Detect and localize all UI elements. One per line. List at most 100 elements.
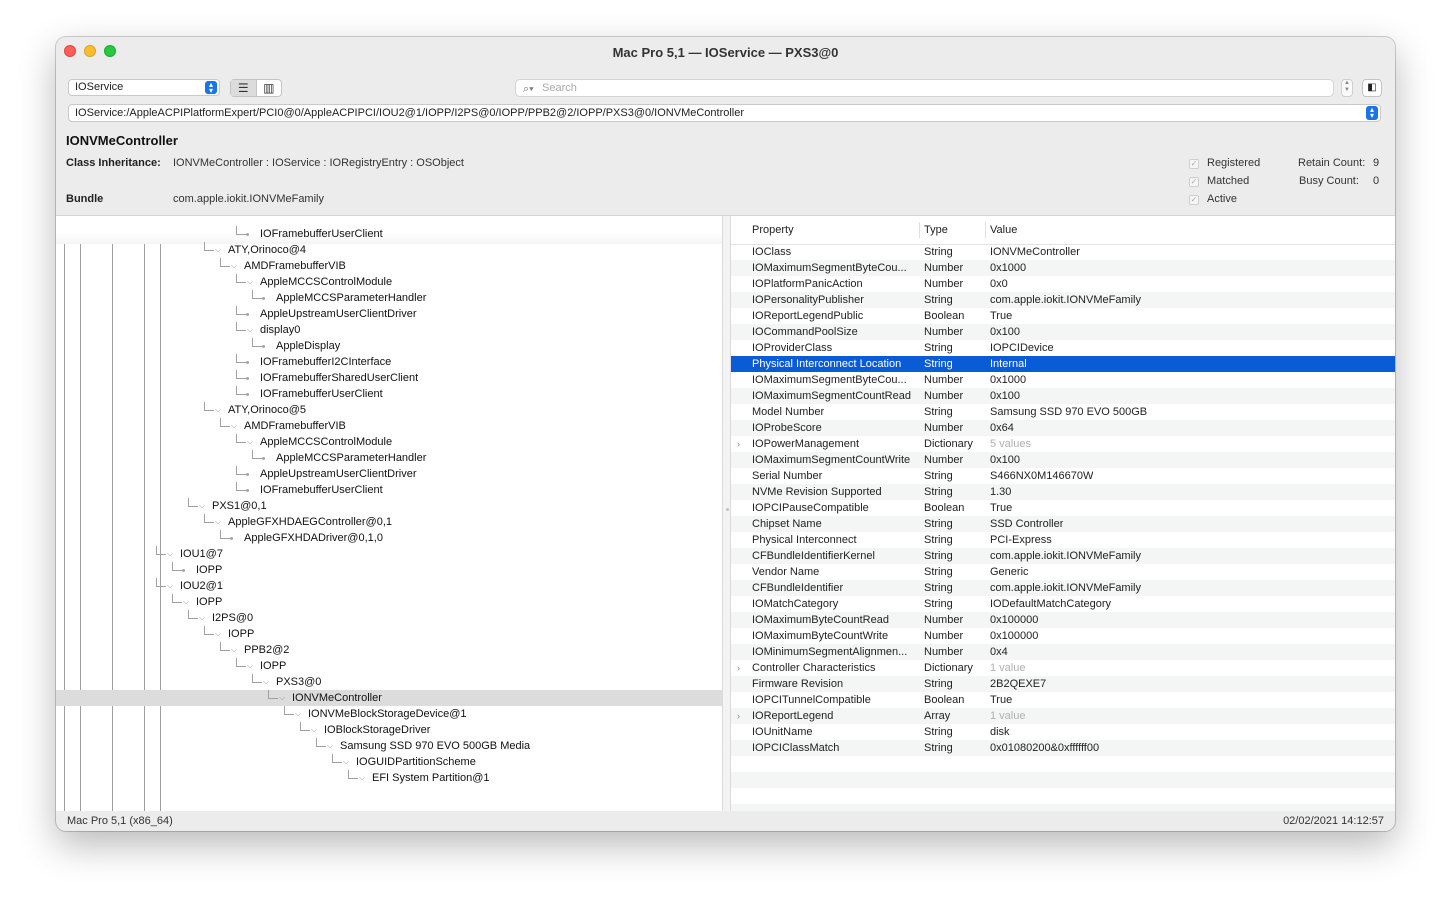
property-row[interactable]: Physical Interconnect String PCI-Express [731, 532, 1395, 548]
disclosure-chevron-icon[interactable]: › [737, 708, 740, 724]
split-divider[interactable] [722, 216, 731, 811]
tree-row[interactable]: IOFramebufferI2CInterface [56, 354, 722, 370]
property-row[interactable]: IOPlatformPanicAction Number 0x0 [731, 276, 1395, 292]
plane-popup[interactable]: IOService ▴ ▾ [68, 79, 220, 96]
property-row[interactable]: IOMaximumSegmentCountWrite Number 0x100 [731, 452, 1395, 468]
disclosure-chevron-icon[interactable]: ⌵ [359, 770, 365, 786]
tree-row[interactable]: ⌵ AppleGFXHDAEGController@0,1 [56, 514, 722, 530]
property-row[interactable]: IOClass String IONVMeController [731, 244, 1395, 260]
property-row[interactable]: IOReportLegendPublic Boolean True [731, 308, 1395, 324]
disclosure-chevron-icon[interactable]: ⌵ [215, 514, 221, 530]
tree-row[interactable]: IOFramebufferUserClient [56, 386, 722, 402]
property-row[interactable]: NVMe Revision Supported String 1.30 [731, 484, 1395, 500]
disclosure-chevron-icon[interactable]: ⌵ [327, 738, 333, 754]
tree-row[interactable]: ⌵ I2PS@0 [56, 610, 722, 626]
property-row[interactable]: Vendor Name String Generic [731, 564, 1395, 580]
tree-row[interactable]: ⌵ EFI System Partition@1 [56, 770, 722, 786]
disclosure-chevron-icon[interactable]: ⌵ [183, 594, 189, 610]
property-row[interactable]: › IOPowerManagement Dictionary 5 values [731, 436, 1395, 452]
tree-row[interactable]: ⌵ IOPP [56, 626, 722, 642]
property-row[interactable]: Physical Interconnect Location String Inte… [731, 356, 1395, 372]
disclosure-chevron-icon[interactable]: ⌵ [199, 610, 205, 626]
disclosure-chevron-icon[interactable]: ⌵ [167, 578, 173, 594]
disclosure-chevron-icon[interactable]: › [737, 436, 740, 452]
disclosure-chevron-icon[interactable]: ⌵ [295, 706, 301, 722]
property-row[interactable]: IOMaximumByteCountWrite Number 0x100000 [731, 628, 1395, 644]
tree-row[interactable]: ⌵ AppleMCCSControlModule [56, 434, 722, 450]
property-row[interactable]: › IOReportLegend Array 1 value [731, 708, 1395, 724]
property-row[interactable]: IOMaximumSegmentCountRead Number 0x100 [731, 388, 1395, 404]
tree-row[interactable]: ⌵ ATY,Orinoco@5 [56, 402, 722, 418]
disclosure-chevron-icon[interactable]: ⌵ [231, 418, 237, 434]
tree-row[interactable]: AppleUpstreamUserClientDriver [56, 466, 722, 482]
tree-row[interactable]: IOFramebufferUserClient [56, 226, 722, 242]
inspector-toggle-icon[interactable]: ◧ [1362, 79, 1382, 97]
disclosure-chevron-icon[interactable]: ⌵ [343, 754, 349, 770]
tree-row[interactable]: AppleMCCSParameterHandler [56, 450, 722, 466]
column-header-property[interactable]: Property [752, 224, 794, 236]
path-popup[interactable]: IOService:/AppleACPIPlatformExpert/PCI0@… [68, 104, 1381, 122]
tree-row[interactable]: ⌵ IOU1@7 [56, 546, 722, 562]
tree-row[interactable]: IOFramebufferUserClient [56, 482, 722, 498]
property-row[interactable]: IOCommandPoolSize Number 0x100 [731, 324, 1395, 340]
property-row[interactable]: Chipset Name String SSD Controller [731, 516, 1395, 532]
tree-row[interactable]: ⌵ IOBlockStorageDriver [56, 722, 722, 738]
property-row[interactable]: IOMaximumSegmentByteCou... Number 0x1000 [731, 260, 1395, 276]
disclosure-chevron-icon[interactable]: ⌵ [167, 546, 173, 562]
search-stepper[interactable]: ▲ ▼ [1341, 79, 1353, 97]
tree-row[interactable]: ⌵ AMDFramebufferVIB [56, 258, 722, 274]
property-row[interactable]: IOPersonalityPublisher String com.apple.io… [731, 292, 1395, 308]
disclosure-chevron-icon[interactable]: ⌵ [247, 658, 253, 674]
tree-row[interactable]: ⌵ AppleMCCSControlModule [56, 274, 722, 290]
property-row[interactable]: CFBundleIdentifier String com.apple.iokit.… [731, 580, 1395, 596]
property-row[interactable]: IOPCIClassMatch String 0x01080200&0xffffff… [731, 740, 1395, 756]
tree-row[interactable]: IOFramebufferSharedUserClient [56, 370, 722, 386]
disclosure-chevron-icon[interactable]: ⌵ [279, 690, 285, 706]
tree-row[interactable]: AppleDisplay [56, 338, 722, 354]
property-row[interactable]: Model Number String Samsung SSD 970 EVO 50… [731, 404, 1395, 420]
tree-row[interactable]: ⌵ display0 [56, 322, 722, 338]
registry-tree[interactable]: IOFramebufferUserClient ⌵ ATY,Orinoco@4 ⌵ AM… [56, 216, 722, 811]
tree-row[interactable]: ⌵ Samsung SSD 970 EVO 500GB Media [56, 738, 722, 754]
tree-row[interactable]: ⌵ IONVMeBlockStorageDevice@1 [56, 706, 722, 722]
tree-row[interactable]: ⌵ PXS1@0,1 [56, 498, 722, 514]
tree-row[interactable]: ⌵ IOPP [56, 594, 722, 610]
property-row[interactable]: IOPCITunnelCompatible Boolean True [731, 692, 1395, 708]
disclosure-chevron-icon[interactable]: ⌵ [247, 434, 253, 450]
properties-table[interactable]: Property Type Value IOClass String IONVMeC… [731, 216, 1395, 811]
disclosure-chevron-icon[interactable]: ⌵ [247, 274, 253, 290]
tree-row[interactable]: ⌵ IOPP [56, 658, 722, 674]
property-row[interactable]: Firmware Revision String 2B2QEXE7 [731, 676, 1395, 692]
tree-row[interactable]: ⌵ IONVMeController [56, 690, 722, 706]
disclosure-chevron-icon[interactable]: ⌵ [215, 626, 221, 642]
tree-row[interactable]: ⌵ PXS3@0 [56, 674, 722, 690]
view-mode-control[interactable]: ☰ ▥ [230, 79, 282, 97]
column-header-type[interactable]: Type [924, 224, 948, 236]
tree-row[interactable]: ⌵ PPB2@2 [56, 642, 722, 658]
minimize-button[interactable] [84, 45, 96, 57]
property-row[interactable]: IOMatchCategory String IODefaultMatchCateg… [731, 596, 1395, 612]
tree-row[interactable]: AppleUpstreamUserClientDriver [56, 306, 722, 322]
property-row[interactable]: Serial Number String S466NX0M146670W [731, 468, 1395, 484]
tree-row[interactable]: ⌵ IOU2@1 [56, 578, 722, 594]
disclosure-chevron-icon[interactable]: ⌵ [231, 258, 237, 274]
close-button[interactable] [64, 45, 76, 57]
disclosure-chevron-icon[interactable]: ⌵ [311, 722, 317, 738]
property-row[interactable]: CFBundleIdentifierKernel String com.apple.… [731, 548, 1395, 564]
disclosure-chevron-icon[interactable]: ⌵ [231, 642, 237, 658]
property-row[interactable]: IOUnitName String disk [731, 724, 1395, 740]
disclosure-chevron-icon[interactable]: ⌵ [263, 674, 269, 690]
disclosure-chevron-icon[interactable]: › [737, 660, 740, 676]
disclosure-chevron-icon[interactable]: ⌵ [199, 498, 205, 514]
property-row[interactable]: IOProviderClass String IOPCIDevice [731, 340, 1395, 356]
tree-row[interactable]: ⌵ ATY,Orinoco@4 [56, 242, 722, 258]
search-field[interactable]: ⌕▾ Search [515, 79, 1334, 97]
tree-row[interactable]: IOPP [56, 562, 722, 578]
property-row[interactable]: IOPCIPauseCompatible Boolean True [731, 500, 1395, 516]
property-row[interactable]: IOProbeScore Number 0x64 [731, 420, 1395, 436]
tree-row[interactable]: ⌵ IOGUIDPartitionScheme [56, 754, 722, 770]
tree-row[interactable]: ⌵ AMDFramebufferVIB [56, 418, 722, 434]
tree-row[interactable]: AppleGFXHDADriver@0,1,0 [56, 530, 722, 546]
zoom-button[interactable] [104, 45, 116, 57]
property-row[interactable]: IOMaximumByteCountRead Number 0x100000 [731, 612, 1395, 628]
